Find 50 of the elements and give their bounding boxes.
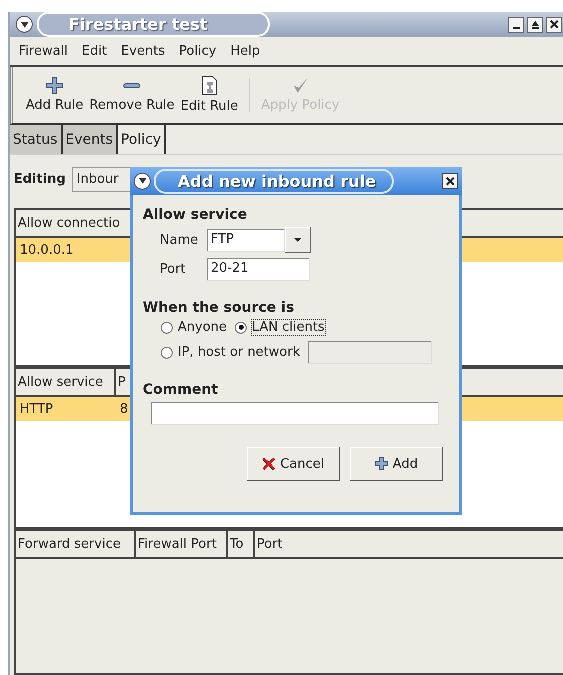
close-icon [446, 176, 454, 186]
menu-item[interactable]: Firewall [19, 44, 68, 58]
toolbar-button[interactable]: Remove Rule [86, 77, 178, 113]
minimize-button[interactable] [508, 16, 524, 32]
tab[interactable]: Status [10, 125, 63, 154]
radio-button[interactable]: LAN clients [235, 320, 325, 335]
radio-button[interactable]: IP, host or network [161, 345, 300, 360]
service-name-field[interactable]: FTP [207, 228, 285, 252]
section-heading: Allow service [143, 207, 248, 223]
radio-button[interactable]: Anyone [161, 320, 228, 335]
dropdown-button[interactable] [285, 227, 311, 253]
menu-item[interactable]: Policy [179, 44, 217, 58]
dialog-button[interactable]: Cancel [247, 447, 340, 481]
close-icon [550, 20, 558, 29]
cross-icon [262, 457, 276, 471]
window-menu-button[interactable] [134, 172, 151, 190]
plus-icon [374, 457, 389, 471]
dialog-button[interactable]: Add [350, 447, 443, 481]
field-label: Name [160, 232, 199, 248]
toolbar-button[interactable]: Edit Rule [178, 76, 242, 114]
column-header[interactable]: To [228, 531, 255, 557]
plus-icon [46, 77, 64, 95]
checkmark-icon [292, 77, 310, 95]
caret-icon [20, 20, 30, 28]
menu-item[interactable]: Edit [82, 44, 108, 58]
close-button[interactable] [442, 173, 458, 189]
field-label: Port [160, 262, 187, 277]
column-header[interactable]: Forward service [16, 531, 136, 557]
column-header[interactable]: Port [255, 531, 563, 557]
window-title: Firestarter test [37, 12, 270, 37]
tab[interactable]: Events [62, 125, 118, 154]
document-icon [200, 76, 219, 96]
menu-item[interactable]: Help [230, 44, 260, 58]
maximize-icon [530, 20, 540, 29]
minus-icon [123, 83, 142, 89]
column-header[interactable]: Firewall Port [136, 531, 228, 557]
menu-item[interactable]: Events [121, 44, 166, 58]
section-heading: Comment [143, 382, 220, 398]
toolbar-button[interactable]: Add Rule [23, 77, 87, 113]
window-menu-button[interactable] [16, 16, 33, 33]
minimize-icon [512, 27, 520, 29]
close-button[interactable] [546, 16, 562, 32]
editing-label: Editing [14, 172, 66, 186]
caret-icon [138, 177, 148, 185]
dialog-title: Add new inbound rule [154, 168, 394, 194]
port-field[interactable]: 20-21 [207, 258, 310, 281]
column-header[interactable]: Allow service [16, 369, 116, 395]
comment-field[interactable] [151, 402, 439, 425]
section-heading: When the source is [143, 300, 296, 316]
maximize-button[interactable] [527, 16, 543, 32]
